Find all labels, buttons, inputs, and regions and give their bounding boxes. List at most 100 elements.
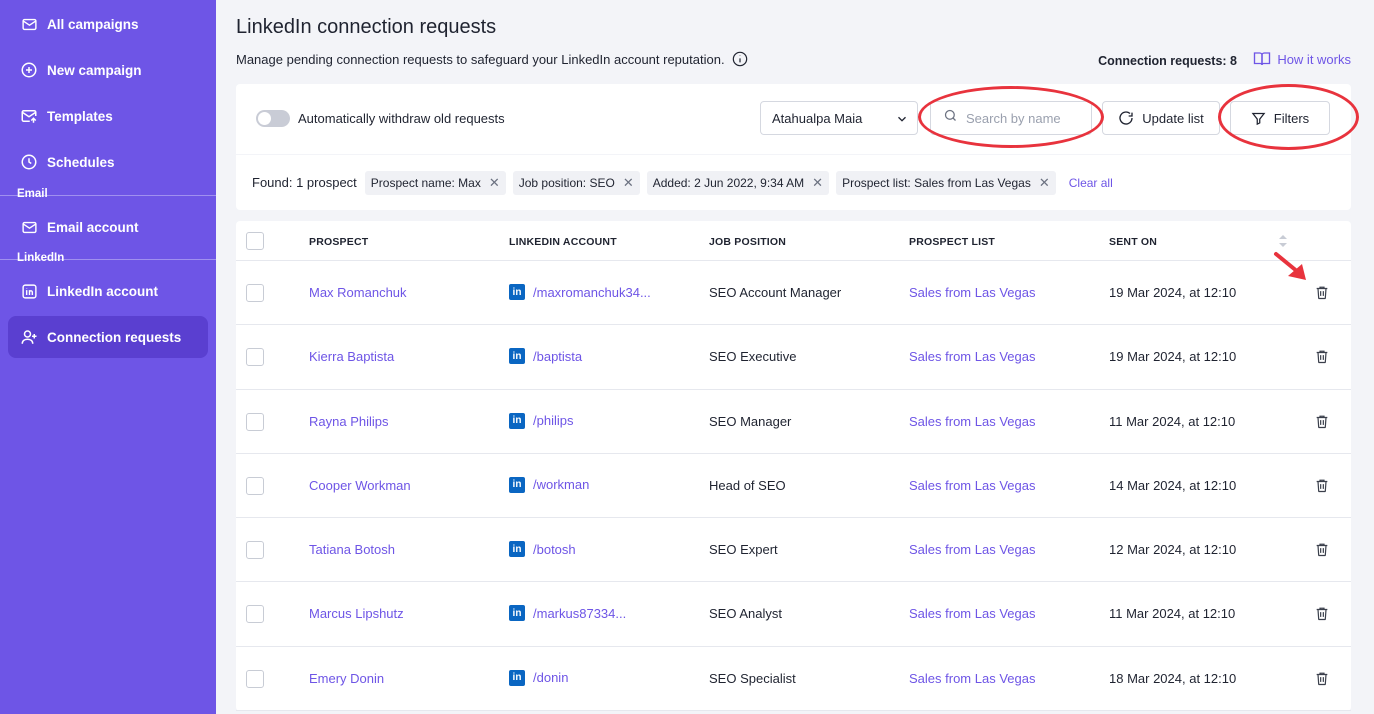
prospect-list-link[interactable]: Sales from Las Vegas	[909, 349, 1035, 364]
filters-label: Filters	[1273, 110, 1310, 126]
column-header-sent[interactable]: SENT ON	[1109, 236, 1157, 248]
linkedin-account-link[interactable]: in/baptista	[509, 348, 583, 365]
linkedin-icon	[20, 282, 38, 300]
info-icon[interactable]	[732, 51, 748, 67]
sidebar-item-label: Connection requests	[47, 329, 182, 345]
linkedin-account-link[interactable]: in/donin	[509, 669, 568, 686]
linkedin-account-link[interactable]: in/workman	[509, 476, 590, 493]
sidebar-item-connection-requests[interactable]: Connection requests	[8, 316, 208, 358]
sent-on: 11 Mar 2024, at 12:10	[1109, 413, 1236, 429]
close-icon[interactable]: ✕	[812, 175, 823, 191]
close-icon[interactable]: ✕	[623, 175, 634, 191]
sidebar-item-new-campaign[interactable]: New campaign	[8, 49, 208, 91]
filter-chip-label: Added: 2 Jun 2022, 9:34 AM	[652, 175, 805, 190]
column-header-job[interactable]: JOB POSITION	[709, 236, 786, 248]
filters-button[interactable]: Filters	[1230, 101, 1330, 135]
prospect-name-link[interactable]: Max Romanchuk	[309, 285, 407, 300]
sidebar-item-label: New campaign	[47, 62, 142, 78]
linkedin-handle: /baptista	[533, 348, 583, 364]
filter-chip: Prospect name: Max ✕	[364, 170, 506, 195]
prospect-list-link[interactable]: Sales from Las Vegas	[909, 542, 1035, 557]
prospect-name-link[interactable]: Emery Donin	[309, 671, 384, 686]
section-label-email: Email	[17, 188, 48, 200]
search-input[interactable]	[966, 110, 1086, 126]
job-position: SEO Analyst	[709, 606, 782, 622]
search-box	[930, 101, 1092, 135]
sidebar-item-templates[interactable]: Templates	[8, 95, 208, 137]
page-title: LinkedIn connection requests	[236, 16, 497, 38]
sidebar-item-label: All campaigns	[47, 16, 139, 32]
sort-icon[interactable]	[1278, 234, 1288, 248]
filter-chip-label: Prospect list: Sales from Las Vegas	[842, 175, 1031, 190]
row-checkbox[interactable]	[246, 541, 264, 560]
sidebar-item-schedules[interactable]: Schedules	[8, 141, 208, 183]
job-position: SEO Executive	[709, 349, 797, 365]
prospect-list-link[interactable]: Sales from Las Vegas	[909, 285, 1035, 300]
found-count: Found: 1 prospect	[252, 175, 357, 190]
auto-withdraw-toggle[interactable]	[256, 110, 290, 127]
linkedin-handle: /philips	[533, 413, 574, 429]
column-header-linkedin[interactable]: LINKEDIN ACCOUNT	[509, 236, 617, 248]
row-checkbox[interactable]	[246, 348, 264, 367]
prospect-list-link[interactable]: Sales from Las Vegas	[909, 414, 1035, 429]
linkedin-handle: /workman	[533, 477, 590, 493]
clear-all-link[interactable]: Clear all	[1069, 176, 1113, 190]
linkedin-icon: in	[509, 605, 525, 622]
trash-icon[interactable]	[1314, 477, 1330, 494]
active-filters: Found: 1 prospect Prospect name: Max ✕ J…	[236, 155, 1351, 210]
account-select[interactable]: Atahualpa Maia	[760, 101, 918, 135]
update-list-button[interactable]: Update list	[1102, 101, 1220, 135]
linkedin-icon: in	[509, 348, 525, 365]
row-checkbox[interactable]	[246, 412, 264, 431]
table-row: Emery Donin in/donin SEO Specialist Sales f…	[236, 647, 1351, 712]
linkedin-account-link[interactable]: in/philips	[509, 412, 574, 429]
column-header-list[interactable]: PROSPECT LIST	[909, 236, 995, 248]
search-icon	[943, 108, 958, 128]
linkedin-account-link[interactable]: in/markus87334...	[509, 605, 626, 622]
sent-on: 19 Mar 2024, at 12:10	[1109, 349, 1237, 365]
linkedin-account-link[interactable]: in/maxromanchuk34...	[509, 284, 651, 300]
trash-icon[interactable]	[1314, 605, 1330, 622]
prospect-list-link[interactable]: Sales from Las Vegas	[909, 606, 1035, 621]
prospect-name-link[interactable]: Marcus Lipshutz	[309, 606, 404, 621]
close-icon[interactable]: ✕	[489, 175, 500, 191]
table-row: Marcus Lipshutz in/markus87334... SEO Anal…	[236, 582, 1351, 647]
prospect-name-link[interactable]: Tatiana Botosh	[309, 542, 395, 557]
select-all-checkbox[interactable]	[246, 232, 264, 250]
prospect-name-link[interactable]: Cooper Workman	[309, 478, 411, 493]
job-position: SEO Manager	[709, 413, 792, 429]
trash-icon[interactable]	[1314, 284, 1330, 301]
trash-icon[interactable]	[1314, 413, 1330, 430]
update-list-label: Update list	[1142, 110, 1204, 126]
row-checkbox[interactable]	[246, 476, 264, 495]
column-header-prospect[interactable]: PROSPECT	[309, 236, 368, 248]
section-label-linkedin: LinkedIn	[17, 252, 65, 264]
auto-withdraw-label: Automatically withdraw old requests	[298, 111, 505, 126]
prospect-list-link[interactable]: Sales from Las Vegas	[909, 478, 1035, 493]
toolbar: Automatically withdraw old requests Atah…	[236, 84, 1351, 154]
sidebar-item-all-campaigns[interactable]: All campaigns	[8, 3, 208, 45]
close-icon[interactable]: ✕	[1039, 175, 1050, 191]
sidebar-item-email-account[interactable]: Email account	[8, 206, 208, 248]
linkedin-handle: /botosh	[533, 541, 576, 557]
trash-icon[interactable]	[1314, 541, 1330, 558]
row-checkbox[interactable]	[246, 669, 264, 688]
filter-chip: Added: 2 Jun 2022, 9:34 AM ✕	[646, 170, 830, 195]
prospect-list-link[interactable]: Sales from Las Vegas	[909, 671, 1035, 686]
prospect-name-link[interactable]: Rayna Philips	[309, 414, 389, 429]
sidebar: All campaigns New campaign Templates Sch…	[0, 0, 216, 714]
how-it-works-link[interactable]: How it works	[1253, 51, 1351, 67]
linkedin-icon: in	[509, 541, 525, 558]
sent-on: 11 Mar 2024, at 12:10	[1109, 606, 1236, 622]
row-checkbox[interactable]	[246, 284, 264, 302]
job-position: SEO Account Manager	[709, 285, 842, 300]
how-it-works-label: How it works	[1277, 51, 1351, 67]
mail-icon	[20, 218, 38, 236]
row-checkbox[interactable]	[246, 605, 264, 624]
sidebar-item-linkedin-account[interactable]: LinkedIn account	[8, 270, 208, 312]
sidebar-item-label: Templates	[47, 108, 113, 124]
trash-icon[interactable]	[1314, 670, 1330, 687]
trash-icon[interactable]	[1314, 348, 1330, 365]
linkedin-account-link[interactable]: in/botosh	[509, 541, 576, 558]
prospect-name-link[interactable]: Kierra Baptista	[309, 349, 394, 364]
